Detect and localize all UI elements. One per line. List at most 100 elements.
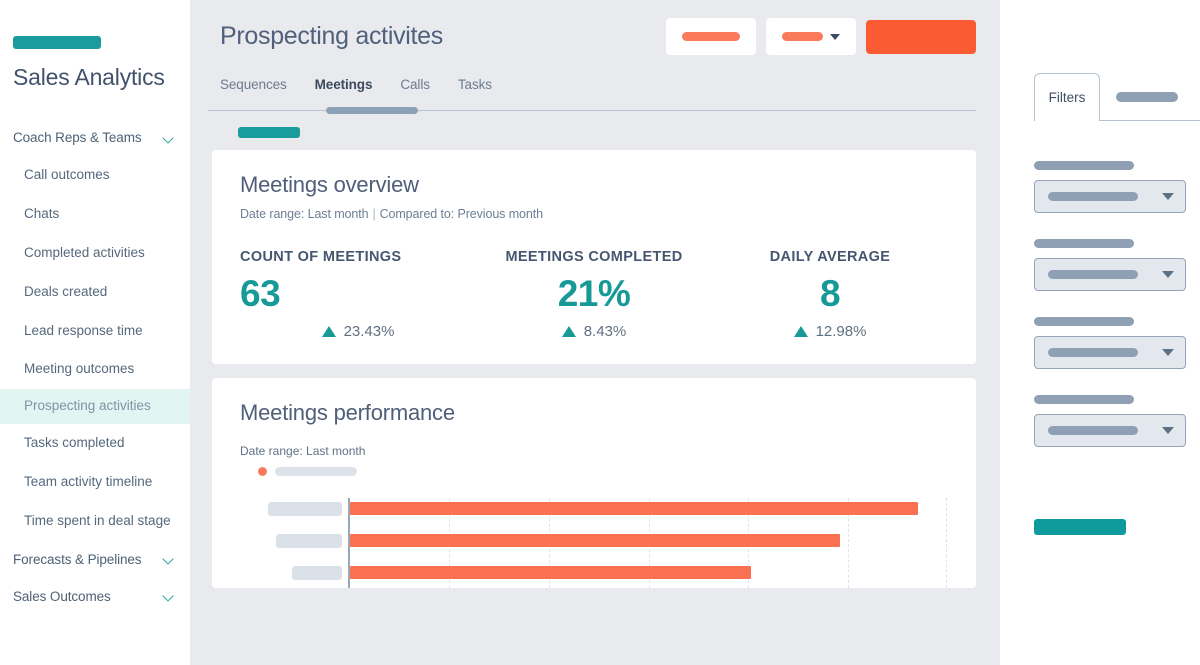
brand-logo — [13, 36, 101, 49]
card-title: Meetings overview — [240, 172, 948, 198]
category-label-placeholder — [268, 502, 342, 516]
tab-secondary-placeholder[interactable] — [1116, 92, 1178, 102]
sidebar-item-deals-created[interactable]: Deals created — [0, 273, 190, 312]
filter-select-3[interactable] — [1034, 336, 1186, 369]
chart-plot-area — [348, 498, 948, 588]
scrollbar-thumb[interactable] — [326, 107, 418, 114]
meetings-performance-card: Meetings performance Date range: Last mo… — [212, 378, 976, 588]
chevron-down-icon — [1162, 193, 1174, 200]
chart-legend — [258, 467, 948, 476]
dropdown-action-button[interactable] — [766, 18, 856, 55]
primary-action-button[interactable] — [866, 20, 976, 54]
sidebar-item-label: Call outcomes — [24, 167, 110, 182]
sidebar-item-label: Team activity timeline — [24, 474, 152, 489]
metric-delta: 8.43% — [476, 323, 712, 340]
sidebar-item-time-spent-in-deal-stage[interactable]: Time spent in deal stage — [0, 502, 190, 541]
sidebar-item-label: Prospecting activities — [24, 398, 151, 413]
filter-label-placeholder — [1034, 239, 1134, 248]
button-label-placeholder — [782, 32, 823, 41]
filters-panel: Filters — [1000, 0, 1200, 665]
tab-calls[interactable]: Calls — [400, 77, 430, 102]
card-title: Meetings performance — [240, 400, 948, 426]
tab-tasks[interactable]: Tasks — [458, 77, 492, 102]
bar-chart — [240, 498, 948, 588]
tabs-section: Sequences Meetings Calls Tasks — [190, 55, 986, 138]
filter-label-placeholder — [1034, 317, 1134, 326]
secondary-action-button[interactable] — [666, 18, 756, 55]
sidebar-group-sales-outcomes[interactable]: Sales Outcomes — [0, 578, 190, 615]
filter-field-3 — [1034, 317, 1200, 369]
page-header: Prospecting activites — [190, 0, 986, 55]
bar[interactable] — [350, 566, 751, 579]
sidebar-item-label: Deals created — [24, 284, 107, 299]
tab-meetings[interactable]: Meetings — [315, 77, 373, 102]
metric-meetings-completed: MEETINGS COMPLETED 21% 8.43% — [476, 249, 712, 340]
sidebar-item-call-outcomes[interactable]: Call outcomes — [0, 156, 190, 195]
chart-date-range-label: Date range: Last month — [240, 444, 948, 458]
sidebar-item-label: Meeting outcomes — [24, 361, 134, 376]
category-label-placeholder — [276, 534, 342, 548]
chevron-down-icon — [164, 591, 174, 601]
date-range-label: Date range: Last month — [240, 207, 368, 221]
sidebar-item-label: Tasks completed — [24, 435, 125, 450]
metric-delta-value: 12.98% — [816, 323, 867, 340]
chevron-down-icon — [830, 34, 840, 40]
sidebar-item-chats[interactable]: Chats — [0, 195, 190, 234]
triangle-up-icon — [322, 326, 336, 337]
compared-to-label: Compared to: Previous month — [380, 207, 543, 221]
subtitle-separator: | — [368, 207, 379, 221]
chevron-down-icon — [164, 133, 174, 143]
metric-daily-average: DAILY AVERAGE 8 12.98% — [712, 249, 948, 340]
chart-category-labels — [240, 498, 348, 588]
sidebar-group-coach-reps-teams[interactable]: Coach Reps & Teams — [0, 119, 190, 156]
metric-label: COUNT OF MEETINGS — [240, 249, 476, 265]
select-value-placeholder — [1048, 426, 1138, 435]
filter-select-4[interactable] — [1034, 414, 1186, 447]
gridline — [946, 498, 947, 588]
filter-select-1[interactable] — [1034, 180, 1186, 213]
bar[interactable] — [350, 534, 840, 547]
tab-underline — [1100, 120, 1200, 121]
metric-delta: 12.98% — [712, 323, 948, 340]
horizontal-scrollbar[interactable] — [208, 107, 976, 114]
triangle-up-icon — [794, 326, 808, 337]
metric-delta-value: 8.43% — [584, 323, 627, 340]
filter-field-4 — [1034, 395, 1200, 447]
card-subtitle: Date range: Last month|Compared to: Prev… — [240, 207, 948, 221]
tab-sequences[interactable]: Sequences — [220, 77, 287, 102]
sidebar-item-label: Lead response time — [24, 323, 143, 338]
apply-filters-button[interactable] — [1034, 519, 1126, 535]
metric-label: DAILY AVERAGE — [712, 249, 948, 265]
bar[interactable] — [350, 502, 918, 515]
sidebar-item-meeting-outcomes[interactable]: Meeting outcomes — [0, 350, 190, 389]
button-label-placeholder — [682, 32, 740, 41]
main-content: Prospecting activites Sequences Meetings — [190, 0, 1000, 665]
tab-label: Tasks — [458, 77, 492, 92]
tab-label: Meetings — [315, 77, 373, 92]
sidebar-item-lead-response-time[interactable]: Lead response time — [0, 312, 190, 351]
chevron-down-icon — [1162, 271, 1174, 278]
metric-delta: 23.43% — [240, 323, 476, 340]
select-value-placeholder — [1048, 192, 1138, 201]
tab-label: Sequences — [220, 77, 287, 92]
sidebar-item-label: Chats — [24, 206, 59, 221]
sidebar-item-tasks-completed[interactable]: Tasks completed — [0, 424, 190, 463]
metric-delta-value: 23.43% — [344, 323, 395, 340]
sidebar: Sales Analytics Coach Reps & Teams Call … — [0, 0, 190, 665]
filter-label-placeholder — [1034, 395, 1134, 404]
sidebar-nav: Coach Reps & Teams Call outcomes Chats C… — [0, 119, 190, 615]
sidebar-group-label: Sales Outcomes — [13, 589, 111, 604]
sidebar-item-completed-activities[interactable]: Completed activities — [0, 234, 190, 273]
metric-label: MEETINGS COMPLETED — [476, 249, 712, 265]
sidebar-group-forecasts-pipelines[interactable]: Forecasts & Pipelines — [0, 541, 190, 578]
sidebar-item-prospecting-activities[interactable]: Prospecting activities — [0, 389, 190, 424]
sidebar-item-team-activity-timeline[interactable]: Team activity timeline — [0, 463, 190, 502]
filter-field-2 — [1034, 239, 1200, 291]
section-accent-chip — [238, 127, 300, 138]
metric-value: 21% — [476, 273, 712, 315]
triangle-up-icon — [562, 326, 576, 337]
legend-label-placeholder — [275, 467, 357, 476]
tab-filters[interactable]: Filters — [1034, 73, 1100, 121]
filter-select-2[interactable] — [1034, 258, 1186, 291]
app-root: Sales Analytics Coach Reps & Teams Call … — [0, 0, 1200, 665]
